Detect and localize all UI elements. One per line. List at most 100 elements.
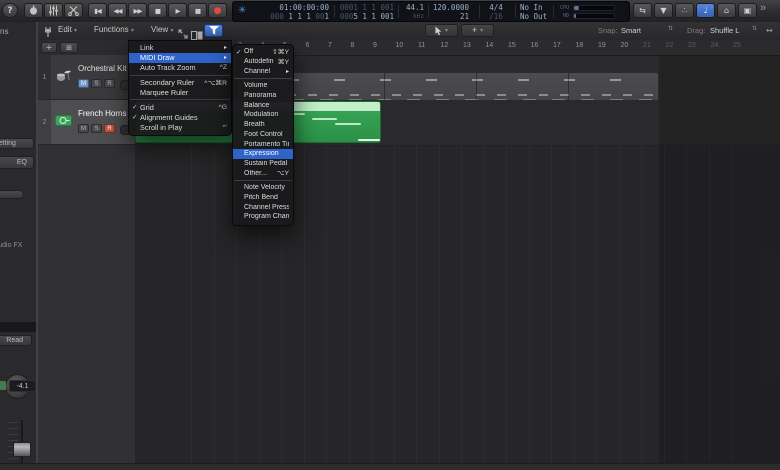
- view-menu-item-link[interactable]: Link ▸: [129, 43, 231, 53]
- midi-draw-item-sustain-pedal[interactable]: Sustain Pedal: [233, 159, 293, 169]
- midi-draw-item-channel-pressure[interactable]: Channel Pressure: [233, 202, 293, 212]
- add-track-button[interactable]: +: [41, 42, 57, 53]
- midi-draw-item-other[interactable]: Other... ⌥Y: [233, 168, 293, 178]
- track-name[interactable]: Orchestral Kit: [78, 64, 126, 73]
- lcd-locators[interactable]: 0001 1 1 001 0005 1 1 001: [337, 2, 396, 21]
- lcd-time-position[interactable]: 01:00:00:00 000 1 1 1 001: [253, 2, 331, 21]
- audio-fx-label: Audio FX: [0, 242, 23, 249]
- tools-icon[interactable]: [64, 3, 83, 18]
- ruler-bar-number: 21: [643, 42, 651, 49]
- cycle-button[interactable]: ⇆: [633, 3, 652, 18]
- mute-button[interactable]: M: [78, 79, 89, 88]
- lcd-midi-io[interactable]: No In No Out: [518, 2, 552, 21]
- midi-draw-item-portamento-time[interactable]: Portamento Time: [233, 139, 293, 149]
- functions-menu[interactable]: Functions ▾: [94, 25, 134, 34]
- midi-draw-item-breath[interactable]: Breath: [233, 120, 293, 130]
- inspector-panel: ns Setting EQ Audio FX Read -4.1: [0, 22, 36, 470]
- midi-draw-item-panorama[interactable]: Panorama: [233, 91, 293, 101]
- rewind-button[interactable]: ◀◀: [108, 3, 127, 18]
- menu-item-label: Marquee Ruler: [140, 88, 189, 97]
- view-menu-item-auto-track-zoom[interactable]: Auto Track Zoom ^Z: [129, 63, 231, 73]
- count-in-button[interactable]: ∴: [675, 3, 694, 18]
- menu-item-label: Scroll in Play: [140, 122, 183, 132]
- snap-value-dropdown[interactable]: Smart: [621, 26, 641, 35]
- view-menu-item-scroll-in-play[interactable]: Scroll in Play ^': [129, 122, 231, 132]
- display-mode-button[interactable]: ▣: [738, 3, 757, 18]
- view-menu-item-alignment-guides[interactable]: ✓ Alignment Guides: [129, 112, 231, 122]
- midi-draw-item-balance[interactable]: Balance: [233, 100, 293, 110]
- master-volume-button[interactable]: ⌂: [717, 3, 736, 18]
- eq-display-button[interactable]: EQ: [0, 156, 34, 169]
- track-name[interactable]: French Horns: [78, 109, 126, 118]
- midi-draw-item-program-change[interactable]: Program Change: [233, 212, 293, 222]
- edit-menu[interactable]: Edit ▾: [58, 25, 77, 34]
- midi-draw-item-autodefine[interactable]: Autodefine⌘Y: [233, 57, 293, 67]
- view-menu-item-midi-draw[interactable]: MIDI Draw ▸: [129, 52, 231, 63]
- midi-draw-item-off[interactable]: ✓ Off ⇧⌘Y: [233, 47, 293, 57]
- pause-button[interactable]: ▮▮: [188, 3, 207, 18]
- duplicate-track-button[interactable]: ⊞: [60, 42, 78, 53]
- menu-item-label: MIDI Draw: [140, 53, 175, 63]
- view-menu-item-secondary-ruler[interactable]: Secondary Ruler ^⌥⌘R: [129, 78, 231, 88]
- view-menu-item-grid[interactable]: ✓ Grid ^G: [129, 102, 231, 112]
- volume-value[interactable]: -4.1: [9, 380, 36, 392]
- horizontal-zoom-icon[interactable]: ↔: [766, 26, 773, 35]
- lcd-sample-rate[interactable]: 44.1 kHz: [400, 2, 426, 21]
- view-menu-title[interactable]: View ▾: [151, 25, 173, 34]
- midi-draw-item-foot-control[interactable]: Foot Control: [233, 130, 293, 140]
- midi-draw-item-note-velocity[interactable]: Note Velocity: [233, 183, 293, 193]
- checkmark-icon: ✓: [132, 114, 138, 122]
- channel-setting-button[interactable]: Setting: [0, 138, 34, 149]
- mute-button[interactable]: M: [78, 124, 89, 133]
- midi-draw-item-expression[interactable]: Expression: [233, 148, 293, 159]
- midi-draw-item-channel[interactable]: Channel ▸: [233, 66, 293, 76]
- checkmark-icon: ✓: [236, 48, 242, 56]
- track-header-column: + ⊞ 1 Orchestral Kit M S R 2 French Horns M S R: [38, 40, 135, 470]
- menu-item-shortcut: ⇧⌘Y: [271, 48, 289, 56]
- lcd-time-signature[interactable]: 4/4 /16: [481, 2, 513, 21]
- snap-stepper-icon[interactable]: ⇅: [668, 25, 673, 32]
- drag-value-dropdown[interactable]: Shuffle L: [710, 26, 739, 35]
- menu-item-shortcut: ⌥Y: [276, 170, 289, 178]
- sample-rate-unit: kHz: [413, 12, 424, 20]
- menu-separator: [234, 179, 292, 181]
- menu-item-label: Grid: [140, 102, 154, 112]
- midi-draw-item-modulation[interactable]: Modulation: [233, 110, 293, 120]
- metronome-button[interactable]: ♩: [696, 3, 715, 18]
- go-to-beginning-button[interactable]: ▮◀: [88, 3, 107, 18]
- filter-funnel-button[interactable]: [204, 24, 223, 37]
- left-click-tool-menu[interactable]: ▾: [425, 24, 458, 37]
- solo-button[interactable]: S: [91, 79, 102, 88]
- smart-controls-icon[interactable]: [44, 3, 63, 18]
- menu-item-label: Off: [244, 48, 254, 56]
- lcd-tempo[interactable]: 120.0000 21: [431, 2, 471, 21]
- record-button[interactable]: R: [104, 124, 115, 133]
- track-row-french-horns[interactable]: 2 French Horns M S R: [38, 100, 135, 145]
- quick-help-button[interactable]: ?: [2, 3, 18, 18]
- view-menu-item-marquee-ruler[interactable]: Marquee Ruler: [129, 88, 231, 98]
- lcd-gear-icon[interactable]: ✳: [238, 5, 246, 17]
- toolbar-overflow-chevron[interactable]: »: [760, 2, 766, 14]
- lcd-display[interactable]: ✳ 01:00:00:00 000 1 1 1 001 0001 1 1 001…: [232, 1, 630, 22]
- solo-button[interactable]: S: [91, 124, 102, 133]
- replace-button[interactable]: ▼: [654, 3, 673, 18]
- record-button[interactable]: R: [104, 79, 115, 88]
- drag-stepper-icon[interactable]: ⇅: [752, 25, 757, 32]
- midi-draw-item-pitch-bend[interactable]: Pitch Bend: [233, 193, 293, 203]
- record-button[interactable]: ●: [208, 3, 227, 18]
- command-click-tool-menu[interactable]: + ▾: [461, 24, 494, 37]
- library-icon[interactable]: [24, 3, 43, 18]
- play-button[interactable]: ▶: [168, 3, 187, 18]
- automation-read-button[interactable]: Read: [0, 335, 32, 346]
- gain-reduction-meter: [0, 190, 24, 199]
- volume-fader-handle[interactable]: [13, 442, 31, 457]
- track-row-orchestral-kit[interactable]: 1 Orchestral Kit M S R: [38, 55, 135, 100]
- time-signature-value: 4/4: [489, 2, 503, 12]
- tracks-area-menu-bar: Edit ▾ Functions ▾ View ▾ ▾ + ▾ Snap: Sm…: [0, 22, 780, 41]
- right-locator: 0005 1 1 001: [339, 11, 394, 21]
- stop-button[interactable]: ■: [148, 3, 167, 18]
- forward-button[interactable]: ▶▶: [128, 3, 147, 18]
- window-bottom-edge: [0, 463, 780, 470]
- midi-draw-item-volume[interactable]: Volume: [233, 81, 293, 91]
- midi-draw-submenu-panel: ✓Off ⇧⌘YAutodefine⌘YChannel▸ VolumePanoram…: [232, 44, 294, 226]
